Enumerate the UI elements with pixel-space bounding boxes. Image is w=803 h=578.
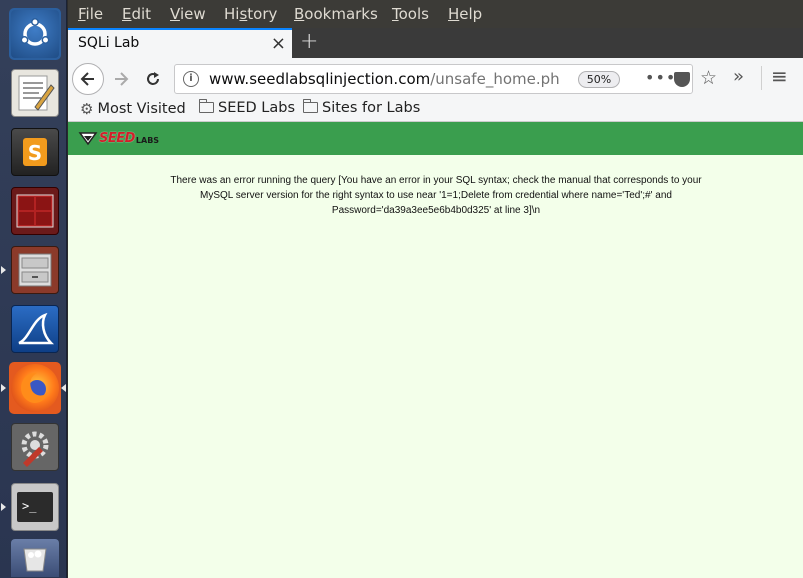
hamburger-menu-icon[interactable]: ≡ xyxy=(771,64,788,88)
launcher-text-editor[interactable] xyxy=(9,67,61,119)
launcher-terminal[interactable]: >_ xyxy=(9,481,61,533)
page-content: SEED LABS There was an error running the… xyxy=(68,122,803,578)
menu-file[interactable]: File xyxy=(78,5,103,23)
reload-button[interactable] xyxy=(142,68,164,90)
launcher-files[interactable] xyxy=(9,244,61,296)
forward-button[interactable] xyxy=(110,68,132,90)
launcher-settings[interactable] xyxy=(9,421,61,473)
ubuntu-dash-icon xyxy=(11,10,59,58)
tab-strip: SQLi Lab × + xyxy=(68,28,803,58)
logo-seed-text: SEED xyxy=(99,130,135,146)
overflow-chevron-icon[interactable]: » xyxy=(733,66,744,87)
launcher-wireshark[interactable] xyxy=(9,303,61,355)
new-tab-button[interactable]: + xyxy=(300,29,318,54)
menu-tools[interactable]: Tools xyxy=(392,5,429,23)
menu-view[interactable]: View xyxy=(170,5,206,23)
bookmark-most-visited[interactable]: ⚙ Most Visited xyxy=(80,100,186,118)
back-arrow-icon xyxy=(80,72,94,86)
menu-history[interactable]: History xyxy=(224,5,277,23)
sql-error-message: There was an error running the query [Yo… xyxy=(170,175,702,216)
svg-text:S: S xyxy=(28,141,42,165)
tab-sqli-lab[interactable]: SQLi Lab × xyxy=(68,28,292,58)
trash-icon xyxy=(11,539,59,577)
tab-close-icon[interactable]: × xyxy=(271,33,286,54)
site-info-icon[interactable]: i xyxy=(183,71,199,87)
terminal-icon: >_ xyxy=(11,483,59,531)
sublime-text-icon: S xyxy=(11,128,59,176)
url-text[interactable]: www.seedlabsqlinjection.com/unsafe_home.… xyxy=(209,70,559,88)
forward-arrow-icon xyxy=(115,72,129,86)
launcher-sublime[interactable]: S xyxy=(9,126,61,178)
folder-icon xyxy=(303,98,318,113)
logo-labs-text: LABS xyxy=(135,135,160,145)
tab-title: SQLi Lab xyxy=(78,35,140,51)
seed-labs-logo[interactable]: SEED LABS xyxy=(78,130,159,146)
gear-icon: ⚙ xyxy=(80,100,94,118)
menu-edit[interactable]: Edit xyxy=(122,5,151,23)
bookmark-star-icon[interactable]: ☆ xyxy=(700,67,717,89)
site-header-bar: SEED LABS xyxy=(68,122,803,155)
navigation-bar: i www.seedlabsqlinjection.com/unsafe_hom… xyxy=(68,58,803,98)
menu-help[interactable]: Help xyxy=(448,5,482,23)
firefox-icon xyxy=(11,364,59,412)
bookmarks-toolbar: ⚙ Most Visited SEED Labs Sites for Labs xyxy=(68,98,803,122)
bookmark-seed-labs[interactable]: SEED Labs xyxy=(199,98,295,116)
menu-bookmarks[interactable]: Bookmarks xyxy=(294,5,378,23)
back-button[interactable] xyxy=(72,63,104,95)
terminal-multiplexer-icon xyxy=(11,187,59,235)
text-editor-icon xyxy=(11,69,59,117)
bookmark-sites-for-labs[interactable]: Sites for Labs xyxy=(303,98,420,116)
file-cabinet-icon xyxy=(11,246,59,294)
launcher-focused-indicator xyxy=(61,384,66,392)
launcher-dash[interactable] xyxy=(9,8,61,60)
page-actions-icon[interactable]: ••• xyxy=(645,68,676,87)
folder-icon xyxy=(199,98,214,113)
launcher-running-indicator xyxy=(1,503,6,511)
menu-bar: File Edit View History Bookmarks Tools H… xyxy=(68,0,803,28)
url-bar[interactable]: i www.seedlabsqlinjection.com/unsafe_hom… xyxy=(174,64,717,94)
toolbar-divider xyxy=(761,66,762,90)
pocket-icon[interactable] xyxy=(674,72,690,87)
launcher-terminator[interactable] xyxy=(9,185,61,237)
seed-logo-mark xyxy=(78,132,98,146)
wireshark-icon xyxy=(11,305,59,353)
svg-text:>_: >_ xyxy=(22,499,37,513)
launcher-trash[interactable] xyxy=(9,538,61,578)
launcher-firefox[interactable] xyxy=(9,362,61,414)
zoom-level-badge[interactable]: 50% xyxy=(578,71,620,88)
launcher-running-indicator xyxy=(1,266,6,274)
reload-icon xyxy=(147,72,159,85)
launcher-running-indicator xyxy=(1,384,6,392)
system-settings-icon xyxy=(11,423,59,471)
unity-launcher: S >_ xyxy=(0,0,67,578)
